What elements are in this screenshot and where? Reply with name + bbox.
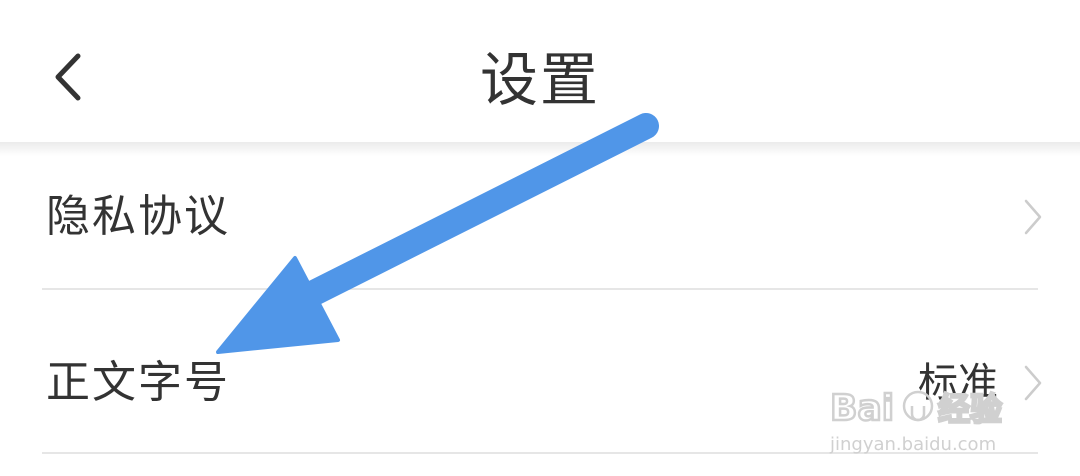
settings-item-label: 正文字号 bbox=[46, 357, 230, 408]
settings-item-label: 隐私协议 bbox=[46, 191, 230, 242]
chevron-right-icon bbox=[1024, 199, 1042, 235]
settings-item-value: 标准 bbox=[918, 360, 998, 406]
divider bbox=[42, 452, 1038, 454]
top-navigation-bar: 设置 bbox=[0, 0, 1080, 142]
settings-item-privacy-policy[interactable]: 隐私协议 bbox=[42, 145, 1042, 289]
page-title: 设置 bbox=[479, 46, 600, 114]
chevron-right-icon bbox=[1024, 365, 1042, 401]
settings-item-body-font-size[interactable]: 正文字号 标准 bbox=[42, 311, 1042, 455]
divider bbox=[42, 288, 1038, 290]
